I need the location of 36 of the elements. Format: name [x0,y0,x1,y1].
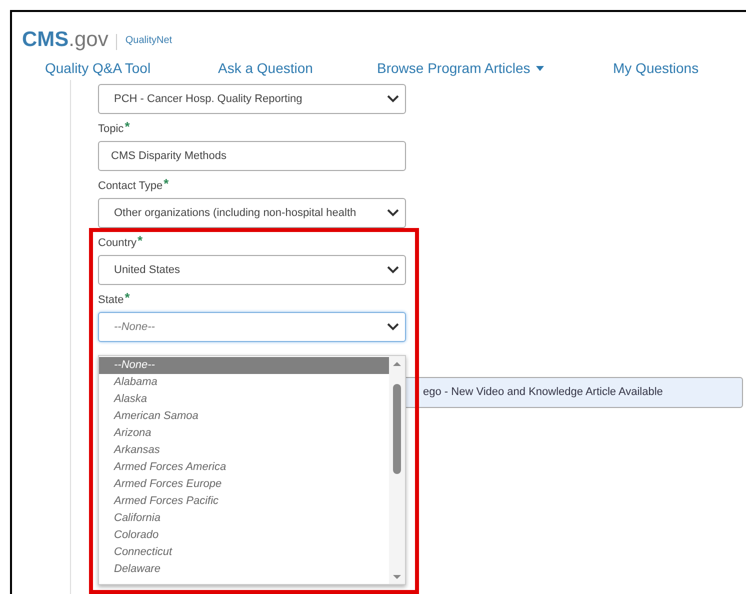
nav-link[interactable]: Quality Q&A Tool [45,58,218,78]
select-field[interactable]: United States [98,255,406,285]
dropdown-option[interactable]: Delaware [99,561,389,578]
chevron-down-icon [387,95,399,103]
select-field[interactable]: PCH - Cancer Hosp. Quality Reporting [98,84,406,114]
chevron-down-icon [387,266,399,274]
chevron-down-icon [387,209,399,217]
caret-icon [536,66,544,70]
required-mark: * [124,120,130,133]
product-name: QualityNet [125,34,172,48]
field-label: Country [98,238,137,249]
required-mark: * [138,234,143,247]
select-field[interactable]: Other organizations (including non-hospital health [98,198,406,228]
required-mark: * [124,291,130,304]
dropdown-option[interactable]: Armed Forces Pacific [99,493,389,510]
dropdown-option[interactable]: American Samoa [99,408,389,425]
dropdown-option[interactable]: Arizona [99,425,389,442]
field-label: Topic [98,124,124,135]
dropdown-option[interactable]: Armed Forces America [99,459,389,476]
select-field[interactable]: --None-- [98,312,406,342]
dropdown-option[interactable]: --None-- [99,357,389,374]
logo[interactable]: CMS.gov [22,29,108,50]
required-mark: * [164,177,169,190]
chevron-down-icon [387,323,399,331]
dropdown-option[interactable]: Armed Forces Europe [99,476,389,493]
scrollbar[interactable] [389,356,405,584]
nav-link[interactable]: Ask a Question [218,58,377,78]
dropdown-option[interactable]: Connecticut [99,544,389,561]
field-label: State [98,295,124,306]
nav-link[interactable]: Browse Program Articles [377,58,613,78]
nav-link[interactable]: My Questions [613,58,699,78]
input-field[interactable]: CMS Disparity Methods [98,141,406,171]
dropdown-option[interactable]: California [99,510,389,527]
field-label: Contact Type [98,181,163,192]
dropdown-option[interactable]: Arkansas [99,442,389,459]
dropdown-option[interactable]: Colorado [99,527,389,544]
